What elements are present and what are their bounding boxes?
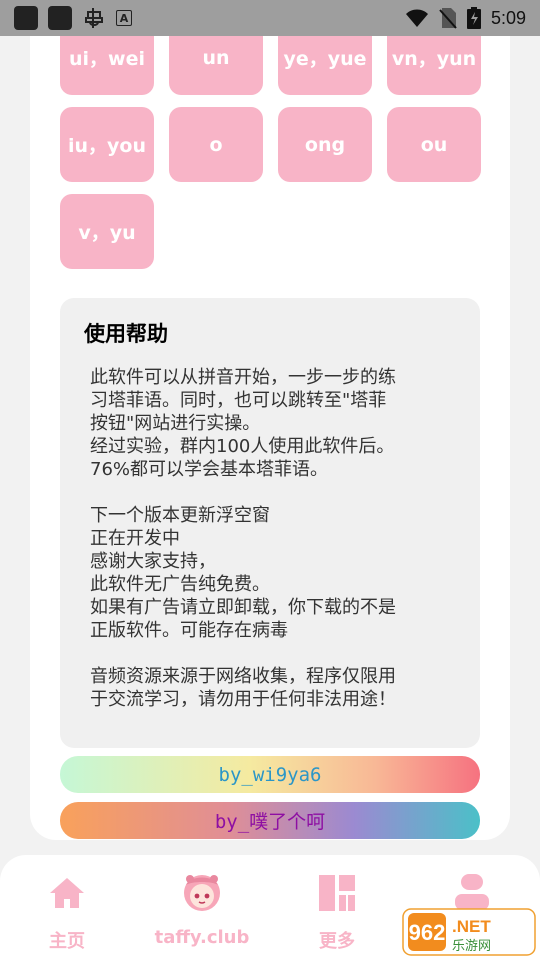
help-text-line: 下一个版本更新浮空窗 <box>90 505 270 526</box>
home-icon <box>45 871 89 915</box>
avatar-icon <box>180 871 224 915</box>
battery-icon <box>466 7 481 29</box>
help-text-line: 此软件无广告纯免费。 <box>90 574 270 595</box>
font-a-icon: A <box>116 10 132 26</box>
pinyin-button[interactable]: ou <box>387 107 481 182</box>
help-text-line: 于交流学习，请勿用于任何非法用途！ <box>90 689 396 710</box>
help-text-line: 76%都可以学会基本塔菲语。 <box>90 459 329 480</box>
help-text-line: 正版软件。可能存在病毒 <box>90 620 288 641</box>
help-text-line: 经过实验，群内100人使用此软件后。 <box>90 436 395 457</box>
bug-icon <box>85 8 103 28</box>
status-bar: A 5:09 <box>0 0 540 36</box>
nav-item-taffy[interactable]: taffy.club <box>142 855 262 960</box>
app-square-icon <box>48 6 72 30</box>
watermark-logo: 962 .NET 乐游网 <box>402 908 536 956</box>
help-text-line: 感谢大家支持， <box>90 551 216 572</box>
nav-item-home[interactable]: 主页 <box>7 855 127 960</box>
credit-banner-1[interactable]: by_wi9ya6 <box>60 756 480 793</box>
svg-text:962: 962 <box>409 920 446 945</box>
help-text-line: 此软件可以从拼音开始，一步一步的练 <box>90 367 396 388</box>
nav-label: 主页 <box>49 931 85 952</box>
pinyin-button[interactable]: iu，you <box>60 107 154 182</box>
nav-item-more[interactable]: 更多 <box>277 855 397 960</box>
pinyin-button[interactable]: v，yu <box>60 194 154 269</box>
help-text-line: 习塔菲语。同时，也可以跳转至"塔菲 <box>90 390 387 411</box>
help-text-line: 音频资源来源于网络收集，程序仅限用 <box>90 666 396 687</box>
help-text-line: 正在开发中 <box>90 528 180 549</box>
clock-time: 5:09 <box>490 7 526 28</box>
nav-label: 更多 <box>319 931 355 952</box>
help-body: 此软件可以从拼音开始，一步一步的练 习塔菲语。同时，也可以跳转至"塔菲 按钮"网… <box>90 366 460 711</box>
pinyin-button[interactable]: o <box>169 107 263 182</box>
grid-icon <box>315 871 359 915</box>
wifi-icon <box>405 9 428 27</box>
help-title: 使用帮助 <box>84 322 168 346</box>
nav-label: taffy.club <box>154 927 250 948</box>
help-text-line: 按钮"网站进行实操。 <box>90 413 261 434</box>
help-text-line: 如果有广告请立即卸载，你下载的不是 <box>90 597 396 618</box>
help-panel: 使用帮助 此软件可以从拼音开始，一步一步的练 习塔菲语。同时，也可以跳转至"塔菲… <box>60 298 480 748</box>
svg-text:.NET: .NET <box>452 917 491 936</box>
pinyin-button[interactable]: ong <box>278 107 372 182</box>
app-square-icon <box>14 6 38 30</box>
credit-banner-2[interactable]: by_噗了个呵 <box>60 802 480 839</box>
svg-text:乐游网: 乐游网 <box>452 939 491 954</box>
no-sim-icon <box>439 8 457 29</box>
